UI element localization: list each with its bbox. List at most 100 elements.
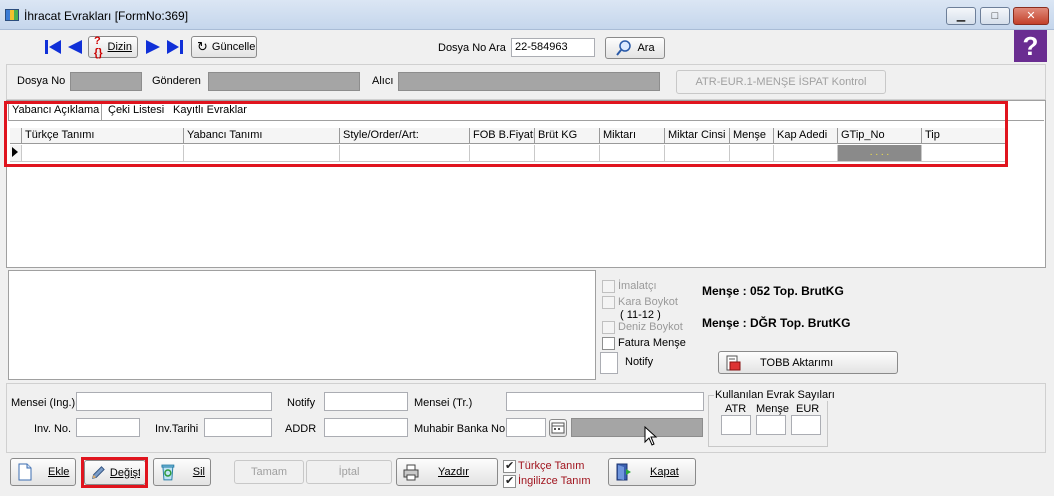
notify-label: Notify	[287, 397, 316, 409]
addr-input[interactable]	[324, 418, 408, 437]
dosya-no-ara-label: Dosya No Ara	[438, 42, 506, 54]
transfer-icon	[726, 355, 741, 370]
tobb-aktarimi-button[interactable]: TOBB Aktarımı	[718, 351, 898, 374]
cell-gtip-no[interactable]: . . . .	[838, 145, 922, 162]
atr-count-input[interactable]	[721, 415, 751, 435]
ekle-button[interactable]: Ekle	[10, 458, 76, 486]
edit-pencil-icon	[92, 465, 105, 479]
cell-tip[interactable]	[922, 145, 1006, 162]
col-miktari[interactable]: Miktarı	[600, 128, 665, 144]
mouse-cursor-icon	[644, 426, 658, 446]
col-kap-adedi[interactable]: Kap Adedi	[774, 128, 838, 144]
mensei-ing-input[interactable]	[76, 392, 272, 411]
imalatci-label: İmalatçı	[618, 280, 657, 292]
dosya-no-field	[70, 72, 142, 91]
mensei-tr-input[interactable]	[506, 392, 704, 411]
cell-kap-adedi[interactable]	[774, 145, 838, 162]
first-record-icon[interactable]	[44, 38, 62, 56]
muhabir-lookup-button[interactable]	[549, 419, 567, 437]
col-gtip-no[interactable]: GTip_No	[838, 128, 922, 144]
row-pointer-icon	[12, 147, 18, 157]
app-icon	[5, 9, 19, 21]
muhabir-banka-input[interactable]	[506, 418, 546, 437]
minimize-button[interactable]: ▁	[946, 7, 976, 25]
col-yabanci-tanimi[interactable]: Yabancı Tanımı	[184, 128, 340, 144]
search-icon	[616, 40, 632, 56]
kapat-button[interactable]: Kapat	[608, 458, 696, 486]
col-mense[interactable]: Menşe	[730, 128, 774, 144]
turkce-tanim-label: Türkçe Tanım	[518, 460, 585, 472]
cell-brut-kg[interactable]	[535, 145, 600, 162]
kara-boykot-label: Kara Boykot	[618, 296, 678, 308]
row-indicator[interactable]	[10, 145, 22, 162]
cell-yabanci-tanimi[interactable]	[184, 145, 340, 162]
tab-kayitli-evraklar[interactable]: Kayıtlı Evraklar	[170, 104, 250, 116]
dizin-button[interactable]: ?{} Dizin	[88, 35, 138, 59]
col-fob-fiyati[interactable]: FOB B.Fiyatı	[470, 128, 535, 144]
iptal-button[interactable]: İptal	[306, 460, 392, 484]
summary-line-1: Menşe : 052 Top. BrutKG	[702, 284, 844, 298]
degistir-button[interactable]: Değiştir	[84, 460, 146, 485]
maximize-button[interactable]: □	[980, 7, 1010, 25]
recycle-bin-icon	[161, 464, 175, 481]
yazdir-button[interactable]: Yazdır	[396, 458, 498, 486]
col-brut-kg[interactable]: Brüt KG	[535, 128, 600, 144]
inv-tarihi-input[interactable]	[204, 418, 272, 437]
fatura-mense-label: Fatura Menşe	[618, 337, 686, 349]
kara-boykot-sub-label: ( 11-12 )	[620, 309, 661, 321]
printer-icon	[403, 464, 419, 481]
notes-textarea[interactable]	[8, 270, 596, 380]
help-icon[interactable]: ?	[1014, 30, 1047, 62]
turkce-tanim-checkbox[interactable]	[503, 459, 516, 473]
close-button[interactable]: ✕	[1013, 7, 1049, 25]
prev-record-icon[interactable]	[66, 38, 84, 56]
kara-boykot-checkbox[interactable]	[602, 296, 615, 309]
imalatci-checkbox[interactable]	[602, 280, 615, 293]
guncelle-button[interactable]: ↻ Güncelle	[191, 36, 257, 58]
next-record-icon[interactable]	[144, 38, 162, 56]
col-tip[interactable]: Tip	[922, 128, 1006, 144]
muhabir-banka-label: Muhabir Banka No	[414, 423, 506, 435]
dizin-label: Dizin	[107, 41, 132, 53]
new-document-icon	[18, 463, 32, 481]
cell-turkce-tanimi[interactable]	[22, 145, 184, 162]
notify-input[interactable]	[324, 392, 408, 411]
kapat-label: Kapat	[650, 466, 679, 478]
calendar-icon	[551, 422, 565, 434]
sil-button[interactable]: Sil	[153, 458, 211, 486]
cell-style-order-art[interactable]	[340, 145, 470, 162]
deniz-boykot-label: Deniz Boykot	[618, 321, 683, 333]
eur-count-label: EUR	[796, 403, 820, 415]
eur-count-input[interactable]	[791, 415, 821, 435]
mense-count-input[interactable]	[756, 415, 786, 435]
evrak-sayilari-label: Kullanılan Evrak Sayıları	[714, 389, 836, 401]
deniz-boykot-checkbox[interactable]	[602, 321, 615, 334]
gonderen-label: Gönderen	[152, 75, 201, 87]
cell-mense[interactable]	[730, 145, 774, 162]
cell-miktari[interactable]	[600, 145, 665, 162]
dosya-no-ara-input[interactable]: 22-584963	[511, 38, 595, 57]
cell-miktar-cinsi[interactable]	[665, 145, 730, 162]
dosya-no-label: Dosya No	[17, 75, 66, 87]
ekle-label: Ekle	[48, 466, 70, 478]
addr-label: ADDR	[285, 423, 317, 435]
inv-no-input[interactable]	[76, 418, 140, 437]
notify-option-label: Notify	[625, 356, 654, 368]
notify-box[interactable]	[600, 352, 618, 374]
ara-button[interactable]: Ara	[605, 37, 665, 59]
tamam-button[interactable]: Tamam	[234, 460, 304, 484]
fatura-mense-checkbox[interactable]	[602, 337, 615, 350]
guncelle-label: Güncelle	[211, 41, 256, 53]
exit-door-icon	[616, 463, 631, 481]
last-record-icon[interactable]	[166, 38, 184, 56]
tab-ceki-listesi[interactable]: Çeki Listesi	[105, 104, 167, 116]
col-turkce-tanimi[interactable]: Türkçe Tanımı	[22, 128, 184, 144]
col-style-order-art[interactable]: Style/Order/Art:	[340, 128, 470, 144]
tab-yabanci-aciklama[interactable]: Yabancı Açıklama	[9, 104, 102, 116]
ingilizce-tanim-checkbox[interactable]	[503, 474, 516, 488]
col-miktar-cinsi[interactable]: Miktar Cinsi	[665, 128, 730, 144]
degistir-label: Değiştir	[109, 466, 140, 479]
atr-kontrol-button[interactable]: ATR-EUR.1-MENŞE İSPAT Kontrol	[676, 70, 886, 94]
cell-fob-fiyati[interactable]	[470, 145, 535, 162]
tab-divider	[8, 120, 1044, 121]
